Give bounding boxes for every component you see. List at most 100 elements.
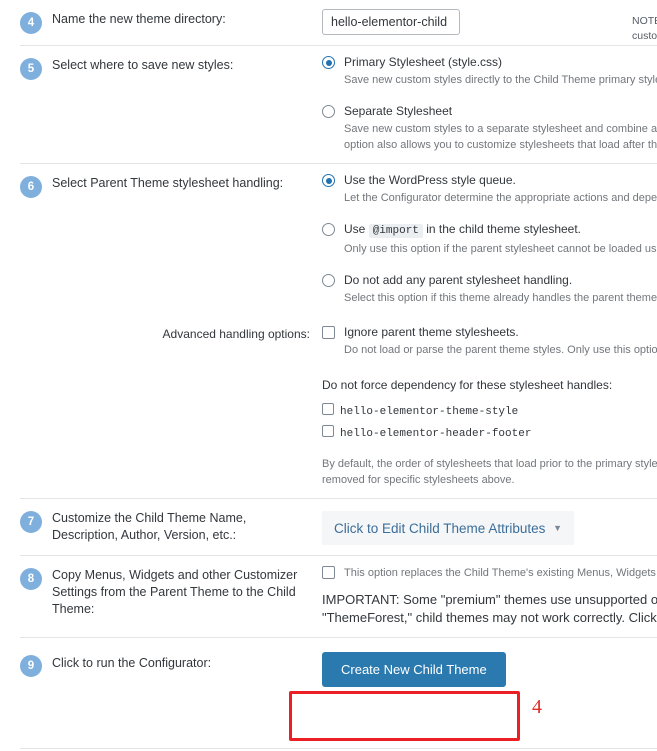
- child-theme-attributes-toggle[interactable]: Click to Edit Child Theme Attributes ▼: [322, 511, 574, 545]
- checkbox-copy-customizer-label: This option replaces the Child Theme's e…: [344, 567, 657, 579]
- annotation-step-number: 4: [532, 696, 542, 718]
- checkbox-copy-customizer-icon[interactable]: [322, 566, 335, 579]
- checkbox-ignore-parent-desc: Do not load or parse the parent theme st…: [344, 342, 657, 358]
- theme-directory-input[interactable]: [322, 9, 460, 35]
- directory-note-line-1: NOTE: This: [632, 15, 657, 27]
- advanced-handling-label: Advanced handling options:: [162, 327, 310, 341]
- radio-option-style-queue[interactable]: Use the WordPress style queue. Let the C…: [322, 173, 657, 206]
- radio-style-queue-desc: Let the Configurator determine the appro…: [344, 190, 657, 206]
- step-label-9: Click to run the Configurator:: [52, 656, 212, 670]
- step-number-container-5: 5: [20, 46, 52, 80]
- radio-primary-stylesheet-desc: Save new custom styles directly to the C…: [344, 72, 657, 88]
- desc-line: Do not load or parse the parent theme st…: [344, 344, 657, 356]
- step-number-badge-5: 5: [20, 58, 42, 80]
- footnote-line: removed for specific stylesheets above.: [322, 474, 515, 486]
- step-field-5: Primary Stylesheet (style.css) Save new …: [322, 46, 657, 163]
- step-row-4: 4 Name the new theme directory: NOTE: Th…: [20, 0, 657, 45]
- radio-separate-stylesheet-icon[interactable]: [322, 105, 335, 118]
- step-field-7: Click to Edit Child Theme Attributes ▼: [322, 499, 657, 555]
- step-row-9: 9 Click to run the Configurator: Create …: [20, 637, 657, 703]
- step-label-6: Select Parent Theme stylesheet handling:: [52, 176, 284, 190]
- handle-item-theme-style[interactable]: hello-elementor-theme-style: [322, 401, 657, 420]
- advanced-handling-row: Advanced handling options: Ignore parent…: [20, 316, 657, 498]
- step-number-container-6: 6: [20, 164, 52, 198]
- create-new-child-theme-button[interactable]: Create New Child Theme: [322, 652, 506, 687]
- radio-separate-stylesheet-desc: Save new custom styles to a separate sty…: [344, 121, 657, 153]
- directory-note-line-2: customize t: [632, 30, 657, 42]
- checkbox-ignore-parent-label: Ignore parent theme stylesheets.: [344, 325, 519, 339]
- desc-line: Select this option if this theme already…: [344, 292, 657, 304]
- step-field-8: This option replaces the Child Theme's e…: [322, 556, 657, 637]
- step-row-7: 7 Customize the Child Theme Name, Descri…: [20, 498, 657, 555]
- step-number-badge-9: 9: [20, 655, 42, 677]
- radio-no-handling-icon[interactable]: [322, 274, 335, 287]
- radio-option-primary-stylesheet[interactable]: Primary Stylesheet (style.css) Save new …: [322, 55, 657, 88]
- step-label-5: Select where to save new styles:: [52, 58, 234, 72]
- radio-option-import[interactable]: Use @import in the child theme styleshee…: [322, 222, 657, 257]
- step-label-8: Copy Menus, Widgets and other Customizer…: [52, 556, 322, 618]
- radio-primary-stylesheet-label: Primary Stylesheet (style.css): [344, 55, 503, 69]
- step-label-4: Name the new theme directory:: [52, 12, 226, 26]
- radio-import-icon[interactable]: [322, 223, 335, 236]
- handle-item-header-footer[interactable]: hello-elementor-header-footer: [322, 423, 657, 442]
- bottom-divider: [20, 748, 657, 749]
- step-row-8: 8 Copy Menus, Widgets and other Customiz…: [20, 555, 657, 637]
- important-line: IMPORTANT: Some "premium" themes use uns…: [322, 592, 657, 607]
- checkbox-ignore-parent-icon[interactable]: [322, 326, 335, 339]
- radio-import-label-pre: Use: [344, 222, 366, 236]
- step-number-container-9: 9: [20, 638, 52, 677]
- directory-note: NOTE: This customize t: [632, 14, 657, 44]
- child-theme-configurator-form: 4 Name the new theme directory: NOTE: Th…: [0, 0, 657, 751]
- radio-style-queue-icon[interactable]: [322, 174, 335, 187]
- stylesheet-handle-list: hello-elementor-theme-style hello-elemen…: [322, 401, 657, 442]
- important-notice: IMPORTANT: Some "premium" themes use uns…: [322, 591, 657, 627]
- footnote-line: By default, the order of stylesheets tha…: [322, 458, 657, 470]
- desc-line: Save new custom styles to a separate sty…: [344, 123, 657, 135]
- desc-line: Only use this option if the parent style…: [344, 243, 657, 255]
- checkbox-handle-header-footer-icon[interactable]: [322, 425, 334, 437]
- radio-option-no-handling[interactable]: Do not add any parent stylesheet handlin…: [322, 273, 657, 306]
- import-code-token: @import: [368, 224, 423, 238]
- step-label-8-line-2: Settings from the Parent Theme to the Ch…: [52, 585, 296, 599]
- step-label-8-line-1: Copy Menus, Widgets and other Customizer: [52, 568, 298, 582]
- checkbox-handle-theme-style-icon[interactable]: [322, 403, 334, 415]
- handle-theme-style-label: hello-elementor-theme-style: [340, 406, 519, 418]
- step-label-7: Customize the Child Theme Name, Descript…: [52, 499, 322, 544]
- radio-option-separate-stylesheet[interactable]: Separate Stylesheet Save new custom styl…: [322, 104, 657, 153]
- step-label-7-line-2: Author, Version, etc.:: [120, 528, 237, 542]
- advanced-footnote: By default, the order of stylesheets tha…: [322, 456, 657, 488]
- step-row-5: 5 Select where to save new styles: Prima…: [20, 45, 657, 163]
- advanced-spacer: [20, 316, 52, 328]
- checkbox-option-ignore-parent[interactable]: Ignore parent theme stylesheets. Do not …: [322, 325, 657, 358]
- step-field-6: Use the WordPress style queue. Let the C…: [322, 164, 657, 316]
- chevron-down-icon[interactable]: ▼: [553, 523, 562, 533]
- advanced-handling-field: Ignore parent theme stylesheets. Do not …: [322, 316, 657, 498]
- step-number-container-7: 7: [20, 499, 52, 533]
- handle-header-footer-label: hello-elementor-header-footer: [340, 428, 532, 440]
- desc-line: Save new custom styles directly to the C…: [344, 74, 657, 86]
- checkbox-option-copy-customizer[interactable]: This option replaces the Child Theme's e…: [322, 565, 657, 581]
- stylesheet-handles-title: Do not force dependency for these styles…: [322, 378, 613, 392]
- step-number-container-8: 8: [20, 556, 52, 590]
- important-line: "ThemeForest," child themes may not work…: [322, 610, 657, 625]
- radio-no-handling-label: Do not add any parent stylesheet handlin…: [344, 273, 573, 287]
- child-theme-attributes-link[interactable]: Click to Edit Child Theme Attributes: [334, 521, 547, 536]
- step-field-9: Create New Child Theme: [322, 638, 657, 703]
- step-number-container-4: 4: [20, 0, 52, 34]
- desc-line: Let the Configurator determine the appro…: [344, 192, 657, 204]
- radio-style-queue-label: Use the WordPress style queue.: [344, 173, 516, 187]
- radio-import-label-post: in the child theme stylesheet.: [426, 222, 582, 236]
- step-number-badge-7: 7: [20, 511, 42, 533]
- step-field-4: [322, 0, 657, 45]
- radio-no-handling-desc: Select this option if this theme already…: [344, 290, 657, 306]
- step-number-badge-6: 6: [20, 176, 42, 198]
- radio-separate-stylesheet-label: Separate Stylesheet: [344, 104, 453, 118]
- step-number-badge-4: 4: [20, 12, 42, 34]
- step-row-6: 6 Select Parent Theme stylesheet handlin…: [20, 163, 657, 316]
- desc-line: option also allows you to customize styl…: [344, 139, 657, 151]
- radio-primary-stylesheet-icon[interactable]: [322, 56, 335, 69]
- step-number-badge-8: 8: [20, 568, 42, 590]
- radio-import-desc: Only use this option if the parent style…: [344, 241, 657, 257]
- radio-import-label: Use @import in the child theme styleshee…: [344, 222, 657, 239]
- step-label-8-line-3: Theme:: [52, 602, 95, 616]
